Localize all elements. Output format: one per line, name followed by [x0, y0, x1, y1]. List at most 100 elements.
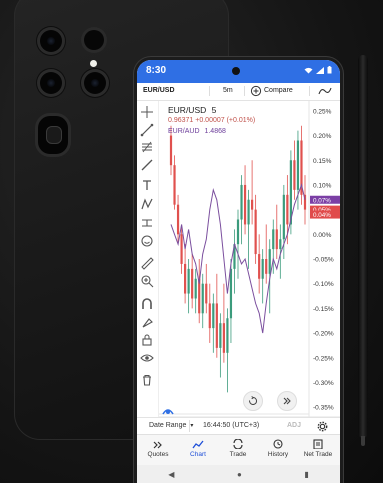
- tv-logo-icon[interactable]: [161, 404, 175, 416]
- lock-drawing-icon[interactable]: [140, 315, 154, 329]
- candle-body: [194, 278, 197, 299]
- candle-body: [240, 184, 243, 220]
- system-navigation: ◀ ● ▮: [137, 465, 340, 483]
- nav-tab-trade[interactable]: Trade: [218, 439, 258, 458]
- clock-time[interactable]: 16:44:50 (UTC+3): [203, 422, 259, 429]
- measure-icon[interactable]: [140, 216, 154, 230]
- gear-icon[interactable]: [317, 421, 328, 432]
- y-tick-label: -0.20%: [313, 331, 334, 338]
- signal-icon: [316, 66, 324, 74]
- fib-icon[interactable]: [140, 140, 154, 154]
- indicators-icon[interactable]: [318, 86, 332, 96]
- toolbar-divider: [309, 86, 310, 96]
- nav-tab-label: History: [267, 451, 289, 458]
- legend-compare: EUR/AUD 1.4868: [168, 128, 226, 135]
- y-tick-label: -0.30%: [313, 380, 334, 387]
- interval-selector[interactable]: 5m: [223, 87, 233, 94]
- legend-main-symbol: EUR/USD: [168, 105, 207, 115]
- zoom-icon[interactable]: [140, 274, 154, 288]
- camera-lens-2: [40, 72, 62, 94]
- candle-body: [272, 229, 275, 250]
- legend-main-interval: 5: [211, 105, 217, 115]
- chevron-down-icon: ▾: [190, 423, 194, 429]
- candle-body: [187, 268, 190, 294]
- trend-line-icon[interactable]: [140, 123, 154, 137]
- nav-tab-label: Quotes: [147, 451, 169, 458]
- emoji-icon[interactable]: [140, 234, 154, 248]
- chart-toolbar: EUR/USD 5m Compare: [137, 83, 340, 101]
- y-tick-label: -0.10%: [313, 281, 334, 288]
- candle-body: [205, 283, 208, 304]
- wifi-icon: [304, 67, 313, 73]
- symbol-selector[interactable]: EUR/USD: [143, 87, 175, 94]
- divider: [189, 420, 190, 432]
- candle-body: [229, 268, 233, 319]
- nav-tab-quotes[interactable]: Quotes: [138, 439, 178, 458]
- candle-body: [169, 135, 173, 166]
- lock-icon[interactable]: [140, 333, 154, 347]
- y-tick-label: -0.15%: [313, 306, 334, 313]
- toolbar-divider: [209, 86, 210, 96]
- candle-body: [254, 209, 257, 255]
- nav-tab-history[interactable]: History: [258, 439, 298, 458]
- candle-body: [191, 268, 194, 299]
- nav-tab-label: Net Trade: [303, 451, 333, 458]
- candle-body: [215, 303, 218, 348]
- nav-tab-net-trade[interactable]: Net Trade: [298, 439, 338, 458]
- crosshair-icon[interactable]: [140, 105, 154, 119]
- pattern-icon[interactable]: [140, 197, 154, 211]
- candle-body: [219, 323, 222, 348]
- compare-button[interactable]: Compare: [264, 87, 293, 94]
- chart-area: 0.25%0.20%0.15%0.10%0.05%0.00%-0.05%-0.1…: [159, 101, 340, 444]
- candle-body: [184, 263, 187, 294]
- text-icon[interactable]: [140, 178, 154, 192]
- y-tick-label: 0.25%: [313, 108, 332, 115]
- candle-body: [226, 318, 229, 353]
- home-nav-button[interactable]: ●: [237, 470, 242, 479]
- candle-body: [268, 249, 271, 274]
- punch-hole-camera: [232, 67, 240, 75]
- adj-button[interactable]: ADJ: [287, 422, 301, 429]
- y-tick-label: -0.05%: [313, 257, 334, 264]
- status-bar: 8:30: [137, 60, 340, 83]
- s-pen: [358, 55, 368, 446]
- candle-body: [201, 283, 204, 314]
- battery-icon: [327, 66, 332, 74]
- candle-body: [282, 194, 285, 240]
- ruler-icon[interactable]: [140, 256, 154, 270]
- flash-led: [90, 60, 97, 67]
- device-screen: 8:30 EUR/USD 5m Compare 0.25% 0.20% 0.15% 0…: [137, 60, 340, 483]
- camera-lens-3: [84, 72, 106, 94]
- candle-body: [261, 259, 264, 279]
- drawing-toolbar: [137, 101, 159, 423]
- price-chart: 0.25%0.20%0.15%0.10%0.05%0.00%-0.05%-0.1…: [159, 101, 340, 417]
- forward-icon: [283, 397, 291, 405]
- trash-icon[interactable]: [140, 373, 154, 387]
- back-nav-button[interactable]: ◀: [168, 470, 174, 479]
- candle-body: [275, 229, 278, 250]
- brush-icon[interactable]: [140, 158, 154, 172]
- plus-circle-icon[interactable]: [250, 85, 262, 97]
- scroll-to-end-button[interactable]: [277, 391, 297, 411]
- candle-body: [243, 184, 247, 225]
- laser-sensor: [84, 30, 104, 50]
- candle-body: [180, 234, 183, 264]
- eye-icon[interactable]: [140, 351, 154, 365]
- price-label-text: 0.07%: [313, 197, 331, 204]
- candle-body: [212, 303, 215, 329]
- quotes-icon: [153, 441, 162, 449]
- candle-body: [286, 194, 289, 225]
- candle-body: [222, 323, 225, 353]
- date-range-button[interactable]: Date Range ▾: [149, 422, 193, 429]
- nav-tab-chart[interactable]: Chart: [178, 439, 218, 458]
- recents-nav-button[interactable]: ▮: [304, 470, 308, 479]
- candle-body: [258, 254, 261, 279]
- candle-body: [293, 160, 296, 190]
- date-range-bar: Date Range ▾ 16:44:50 (UTC+3) ADJ: [137, 417, 340, 435]
- replay-button[interactable]: [243, 391, 263, 411]
- candle-body: [279, 239, 282, 250]
- magnet-icon[interactable]: [140, 297, 154, 311]
- nav-tab-label: Chart: [190, 451, 206, 458]
- candle-body: [236, 219, 240, 245]
- trade-icon: [233, 439, 243, 449]
